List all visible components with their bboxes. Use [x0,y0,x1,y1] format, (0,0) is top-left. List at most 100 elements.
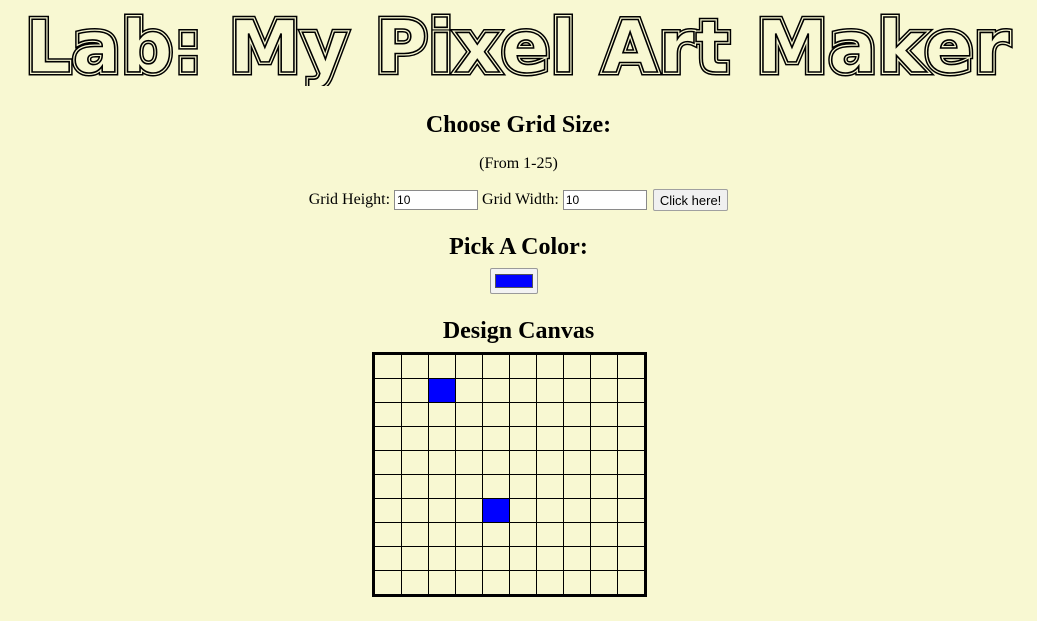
canvas-cell[interactable] [455,450,483,475]
canvas-cell[interactable] [536,402,564,427]
canvas-cell[interactable] [563,378,591,403]
canvas-cell[interactable] [563,450,591,475]
canvas-cell[interactable] [482,522,510,547]
canvas-cell[interactable] [455,570,483,596]
canvas-cell[interactable] [617,426,646,451]
canvas-cell[interactable] [482,546,510,571]
canvas-cell[interactable] [590,474,618,499]
canvas-cell[interactable] [563,353,591,379]
canvas-cell[interactable] [401,570,429,596]
canvas-cell[interactable] [536,498,564,523]
canvas-cell[interactable] [590,546,618,571]
canvas-cell[interactable] [401,353,429,379]
canvas-cell[interactable] [536,426,564,451]
canvas-cell[interactable] [536,450,564,475]
canvas-cell[interactable] [536,353,564,379]
canvas-cell[interactable] [482,570,510,596]
canvas-cell[interactable] [401,522,429,547]
canvas-cell[interactable] [428,402,456,427]
canvas-cell[interactable] [482,353,510,379]
canvas-cell[interactable] [373,402,402,427]
canvas-cell[interactable] [482,426,510,451]
canvas-cell[interactable] [482,498,510,523]
canvas-cell[interactable] [401,546,429,571]
color-picker[interactable] [490,268,538,294]
canvas-cell[interactable] [455,474,483,499]
canvas-cell[interactable] [373,570,402,596]
canvas-cell[interactable] [428,353,456,379]
canvas-cell[interactable] [509,426,537,451]
canvas-cell[interactable] [590,378,618,403]
canvas-cell[interactable] [455,353,483,379]
canvas-cell[interactable] [482,378,510,403]
canvas-cell[interactable] [401,498,429,523]
canvas-cell[interactable] [455,546,483,571]
canvas-cell[interactable] [563,498,591,523]
canvas-cell[interactable] [401,450,429,475]
canvas-cell[interactable] [455,426,483,451]
canvas-cell[interactable] [536,474,564,499]
grid-height-input[interactable] [394,190,479,210]
canvas-cell[interactable] [509,450,537,475]
canvas-cell[interactable] [563,402,591,427]
create-grid-button[interactable]: Click here! [652,189,729,211]
canvas-cell[interactable] [563,474,591,499]
canvas-cell[interactable] [482,474,510,499]
canvas-cell[interactable] [455,498,483,523]
canvas-cell[interactable] [428,546,456,571]
canvas-cell[interactable] [617,498,646,523]
canvas-cell[interactable] [373,522,402,547]
canvas-cell[interactable] [590,522,618,547]
canvas-cell[interactable] [401,378,429,403]
canvas-cell[interactable] [455,378,483,403]
canvas-cell[interactable] [509,522,537,547]
canvas-cell[interactable] [373,474,402,499]
canvas-cell[interactable] [455,522,483,547]
canvas-cell[interactable] [509,353,537,379]
canvas-cell[interactable] [401,426,429,451]
canvas-cell[interactable] [509,546,537,571]
canvas-cell[interactable] [373,546,402,571]
canvas-cell[interactable] [590,402,618,427]
canvas-cell[interactable] [617,474,646,499]
canvas-cell[interactable] [482,402,510,427]
canvas-cell[interactable] [428,426,456,451]
canvas-cell[interactable] [509,402,537,427]
canvas-cell[interactable] [428,570,456,596]
canvas-cell[interactable] [536,522,564,547]
canvas-cell[interactable] [373,378,402,403]
canvas-cell[interactable] [617,522,646,547]
canvas-cell[interactable] [617,402,646,427]
canvas-cell[interactable] [373,450,402,475]
canvas-cell[interactable] [428,522,456,547]
canvas-cell[interactable] [617,570,646,596]
canvas-cell[interactable] [590,498,618,523]
canvas-cell[interactable] [373,353,402,379]
canvas-cell[interactable] [536,378,564,403]
canvas-cell[interactable] [617,450,646,475]
grid-width-input[interactable] [562,190,647,210]
canvas-cell[interactable] [428,450,456,475]
canvas-cell[interactable] [509,378,537,403]
canvas-cell[interactable] [509,474,537,499]
canvas-cell[interactable] [482,450,510,475]
canvas-cell[interactable] [428,378,456,403]
canvas-cell[interactable] [401,474,429,499]
canvas-cell[interactable] [563,522,591,547]
canvas-cell[interactable] [590,450,618,475]
canvas-cell[interactable] [455,402,483,427]
canvas-cell[interactable] [373,498,402,523]
canvas-cell[interactable] [536,546,564,571]
canvas-cell[interactable] [617,378,646,403]
canvas-cell[interactable] [428,498,456,523]
canvas-cell[interactable] [509,570,537,596]
canvas-cell[interactable] [373,426,402,451]
canvas-cell[interactable] [563,546,591,571]
canvas-cell[interactable] [617,546,646,571]
canvas-cell[interactable] [590,570,618,596]
canvas-cell[interactable] [563,426,591,451]
canvas-cell[interactable] [563,570,591,596]
canvas-cell[interactable] [617,353,646,379]
canvas-cell[interactable] [509,498,537,523]
pixel-canvas[interactable] [372,352,647,597]
